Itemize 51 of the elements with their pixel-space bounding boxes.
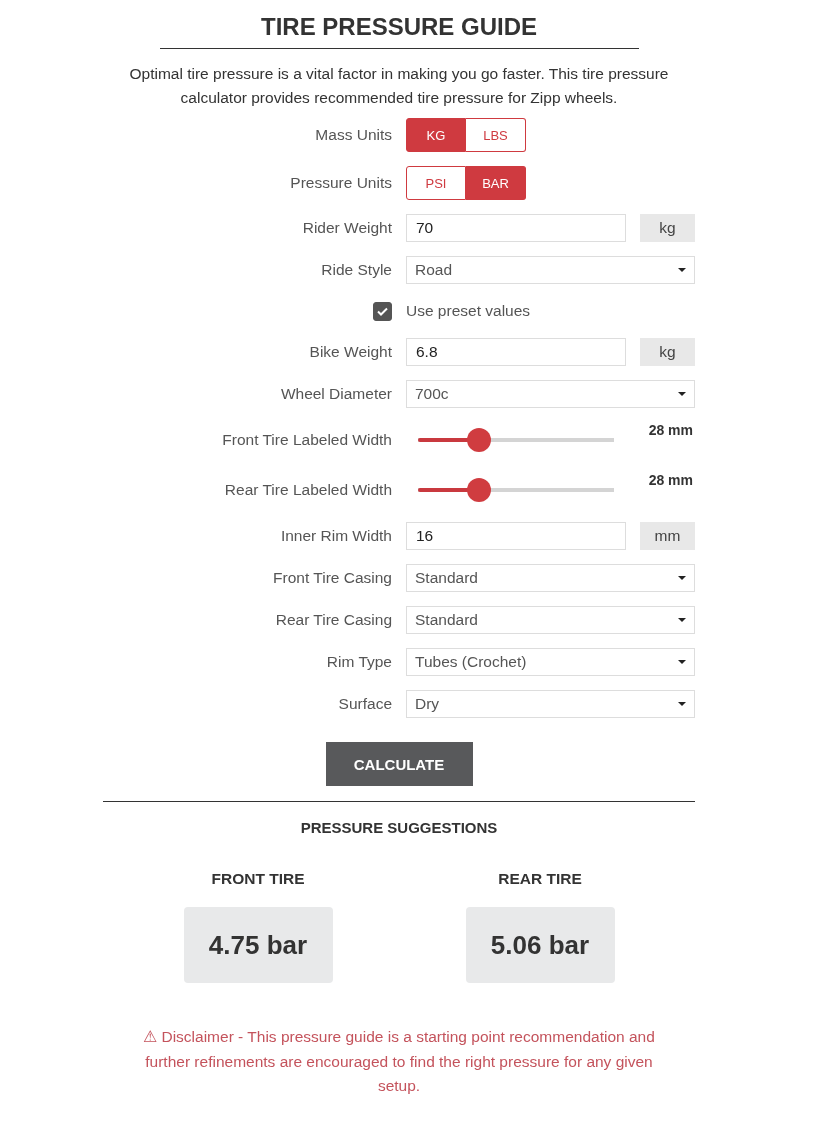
checkbox-label: Use preset values	[406, 302, 532, 320]
unit-label: kg	[640, 214, 695, 242]
caret-icon	[678, 268, 686, 272]
dropdown[interactable]: Tubes (Crochet)	[406, 648, 695, 676]
field-label: Inner Rim Width	[280, 527, 392, 545]
field-label: Ride Style	[321, 261, 392, 279]
field-label: Mass Units	[315, 126, 392, 144]
slider-value: 28 mm	[648, 472, 694, 488]
slider-thumb[interactable]	[466, 478, 491, 502]
check-icon	[377, 306, 388, 316]
dropdown[interactable]: Standard	[406, 564, 695, 592]
field-label: Rear Tire Labeled Width	[224, 481, 392, 499]
calculate-button[interactable]: CALCULATE	[325, 742, 473, 786]
field-label: Front Tire Labeled Width	[222, 431, 392, 449]
tire-label: FRONT TIRE	[211, 869, 305, 889]
caret-icon	[678, 576, 686, 580]
disclaimer-text: ⚠ Disclaimer - This pressure guide is a starting point recommendation and further refinements are encouraged to find the right pressure for any given setup.	[142, 1027, 656, 1096]
unit-toggle-option[interactable]: PSI	[406, 166, 466, 200]
page-title: TIRE PRESSURE GUIDE	[259, 12, 538, 42]
number-input[interactable]: 6.8	[406, 338, 626, 366]
field-label: Surface	[338, 695, 392, 713]
field-label: Bike Weight	[309, 343, 392, 361]
intro-text: Optimal tire pressure is a vital factor in making you go faster. This tire pressure calculator provides recommended tire pressure for Zipp wheels.	[128, 64, 670, 108]
checkbox[interactable]	[373, 301, 392, 321]
unit-label: mm	[640, 522, 695, 550]
section-heading: PRESSURE SUGGESTIONS	[299, 818, 499, 838]
caret-icon	[678, 618, 686, 622]
number-input[interactable]: 70	[406, 214, 626, 242]
field-label: Rider Weight	[302, 219, 392, 237]
pressure-result: 4.75 bar	[183, 907, 333, 983]
slider-value: 28 mm	[648, 422, 694, 438]
pressure-result: 5.06 bar	[465, 907, 615, 983]
field-label: Front Tire Casing	[273, 569, 392, 587]
slider-thumb[interactable]	[466, 428, 491, 452]
dropdown[interactable]: Dry	[406, 690, 695, 718]
unit-label: kg	[640, 338, 695, 366]
unit-toggle-option[interactable]: LBS	[466, 118, 526, 152]
unit-toggle-option[interactable]: KG	[406, 118, 466, 152]
caret-icon	[678, 660, 686, 664]
field-label: Wheel Diameter	[280, 385, 392, 403]
caret-icon	[678, 392, 686, 396]
field-label: Rim Type	[326, 653, 392, 671]
field-label: Rear Tire Casing	[275, 611, 392, 629]
unit-toggle-option[interactable]: BAR	[466, 166, 526, 200]
dropdown[interactable]: Road	[406, 256, 695, 284]
dropdown[interactable]: Standard	[406, 606, 695, 634]
tire-label: REAR TIRE	[498, 869, 582, 889]
number-input[interactable]: 16	[406, 522, 626, 550]
dropdown[interactable]: 700c	[406, 380, 695, 408]
caret-icon	[678, 702, 686, 706]
field-label: Pressure Units	[290, 174, 392, 192]
